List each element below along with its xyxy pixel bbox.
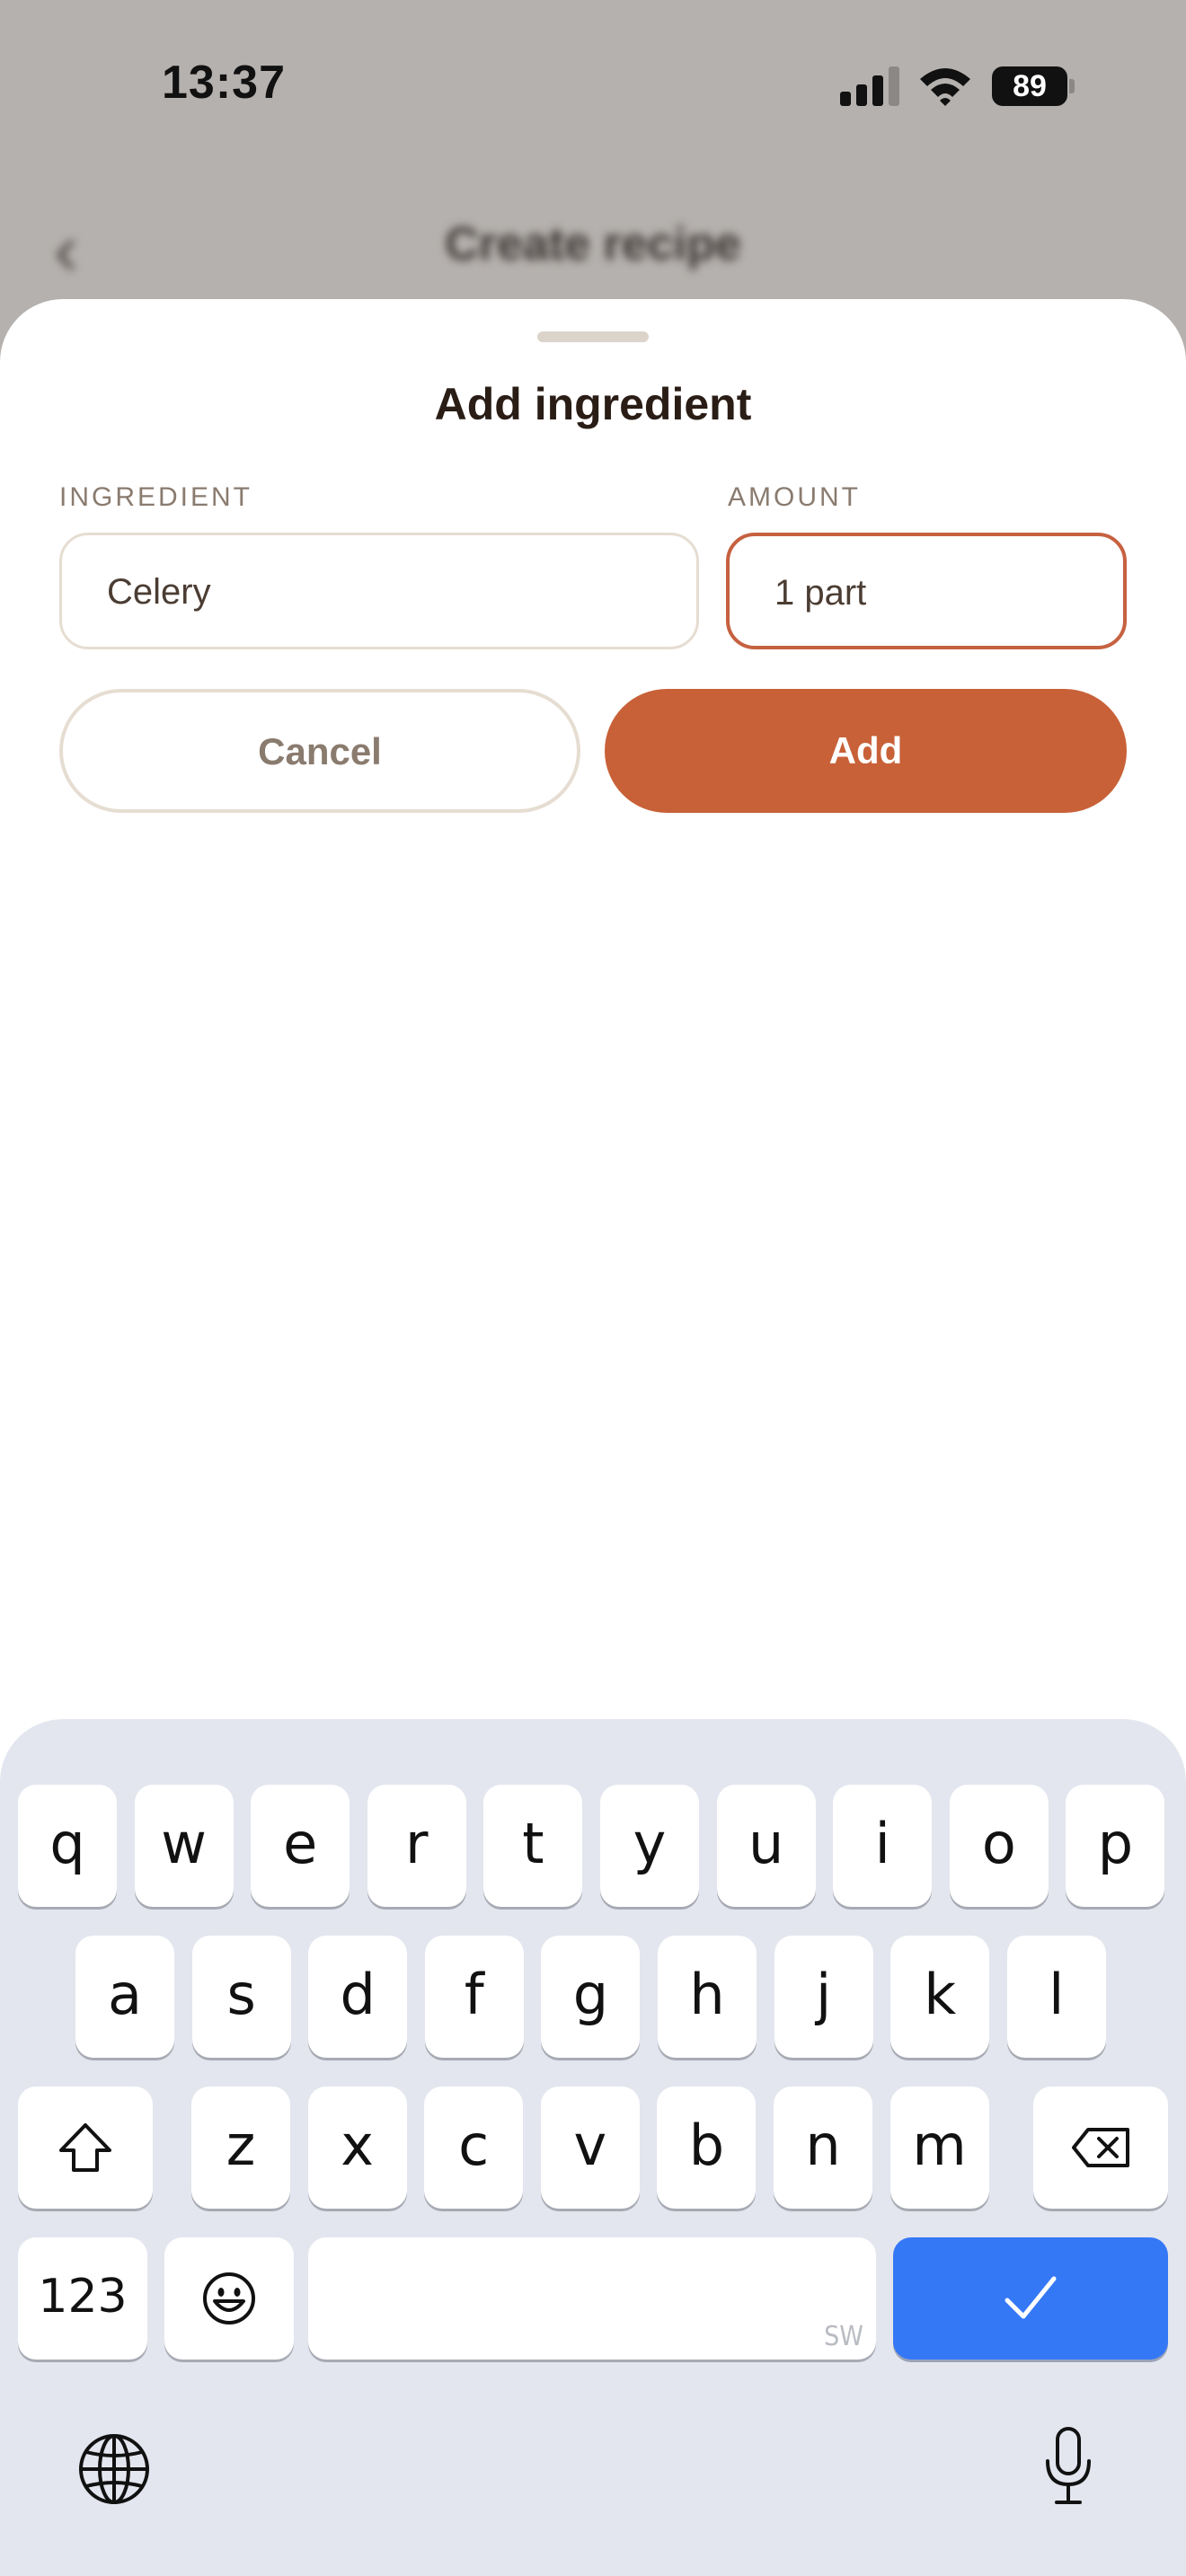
key-x[interactable]: x	[307, 2086, 407, 2209]
key-c[interactable]: c	[424, 2086, 524, 2209]
key-t[interactable]: t	[483, 1785, 583, 1907]
swipe-hint: SW	[824, 2321, 863, 2352]
battery-icon: 89	[992, 66, 1075, 106]
key-d[interactable]: d	[308, 1936, 408, 2058]
backspace-key[interactable]	[1033, 2086, 1168, 2209]
key-l[interactable]: l	[1006, 1936, 1106, 2058]
key-r[interactable]: r	[367, 1785, 466, 1907]
key-j[interactable]: j	[774, 1936, 873, 2058]
emoji-key[interactable]	[164, 2237, 294, 2360]
microphone-icon[interactable]	[1042, 2425, 1094, 2508]
key-q[interactable]: q	[18, 1785, 117, 1907]
battery-level: 89	[992, 66, 1067, 106]
cellular-signal-icon	[840, 66, 899, 106]
done-key[interactable]	[893, 2237, 1168, 2360]
space-key[interactable]: SW	[308, 2237, 876, 2360]
cancel-button[interactable]: Cancel	[59, 689, 580, 813]
key-b[interactable]: b	[657, 2086, 757, 2209]
key-u[interactable]: u	[716, 1785, 816, 1907]
shift-key[interactable]	[18, 2086, 153, 2209]
key-n[interactable]: n	[774, 2086, 872, 2209]
amount-label: AMOUNT	[728, 482, 861, 512]
wifi-icon	[920, 68, 970, 106]
key-p[interactable]: p	[1066, 1785, 1165, 1907]
key-h[interactable]: h	[658, 1936, 757, 2058]
add-button[interactable]: Add	[605, 689, 1127, 813]
background-header: ‹ Create recipe	[0, 198, 1186, 296]
ingredient-input[interactable]: Celery	[59, 533, 699, 649]
key-e[interactable]: e	[251, 1785, 350, 1907]
status-time: 13:37	[162, 57, 286, 109]
numbers-key[interactable]: 123	[18, 2237, 147, 2360]
keyboard: qwertyuiop asdfghjkl zxcvbnm 123 SW	[0, 1719, 1186, 2576]
key-y[interactable]: y	[600, 1785, 699, 1907]
key-s[interactable]: s	[191, 1936, 291, 2058]
key-i[interactable]: i	[833, 1785, 933, 1907]
key-g[interactable]: g	[541, 1936, 641, 2058]
sheet-title: Add ingredient	[434, 379, 752, 429]
key-k[interactable]: k	[890, 1936, 990, 2058]
key-a[interactable]: a	[75, 1936, 174, 2058]
checkmark-icon	[1005, 2276, 1057, 2319]
key-w[interactable]: w	[134, 1785, 234, 1907]
globe-icon[interactable]	[77, 2432, 151, 2506]
backspace-icon	[1072, 2128, 1129, 2167]
key-m[interactable]: m	[890, 2086, 989, 2209]
key-v[interactable]: v	[540, 2086, 640, 2209]
emoji-icon	[203, 2272, 255, 2325]
background-title: Create recipe	[445, 218, 741, 270]
shift-icon	[59, 2123, 111, 2172]
ingredient-label: INGREDIENT	[59, 482, 253, 512]
key-z[interactable]: z	[191, 2086, 290, 2209]
status-bar: 13:37 89	[0, 0, 1186, 171]
amount-input[interactable]: 1 part	[726, 533, 1127, 649]
sheet-grabber[interactable]	[537, 331, 649, 342]
key-f[interactable]: f	[424, 1936, 524, 2058]
key-o[interactable]: o	[949, 1785, 1049, 1907]
